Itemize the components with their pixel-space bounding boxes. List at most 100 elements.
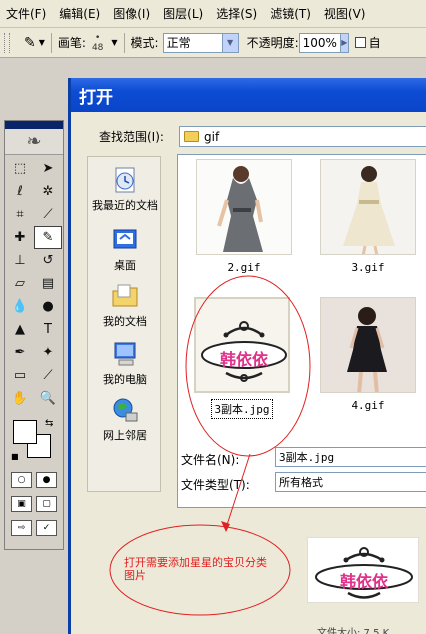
brush-tool-icon[interactable]: ✎ xyxy=(24,35,36,51)
dialog-titlebar[interactable]: 打开 xyxy=(71,78,426,112)
magic-wand-tool-icon[interactable]: ✲ xyxy=(34,180,62,203)
separator xyxy=(123,32,125,53)
file-thumbnail xyxy=(320,297,416,393)
lookin-label: 查找范围(I): xyxy=(99,130,164,144)
file-thumbnail: 韩依依 xyxy=(194,297,290,393)
swap-colors-icon[interactable]: ⇆ xyxy=(45,418,53,429)
jump-to-imageready-icon[interactable]: ⇨ xyxy=(11,520,32,536)
brush-size: 48 xyxy=(91,42,104,53)
dodge-tool-icon[interactable]: ● xyxy=(34,295,62,318)
file-item[interactable]: 2.gif xyxy=(196,159,292,274)
feather-logo-icon[interactable]: ❧ xyxy=(5,129,63,155)
screen-mode-standard-icon[interactable]: ▣ xyxy=(11,496,32,512)
default-colors-icon[interactable]: ■ xyxy=(11,452,19,461)
open-dialog: 打开 查找范围(I): gif 我最近的文档 桌面 我的文档 我的电脑 网上邻居… xyxy=(68,78,426,634)
my-computer-icon xyxy=(110,339,140,369)
filetype-select[interactable]: 所有格式 xyxy=(275,472,426,492)
annotation-text: 打开需要添加星星的宝贝分类图片 xyxy=(124,556,267,582)
brush-tool-icon[interactable]: ✎ xyxy=(34,226,62,249)
place-label: 桌面 xyxy=(114,259,136,272)
menu-image[interactable]: 图像(I) xyxy=(107,5,157,22)
places-bar: 我最近的文档 桌面 我的文档 我的电脑 网上邻居 xyxy=(87,156,161,492)
file-item[interactable]: 4.gif xyxy=(320,297,416,412)
move-tool-icon[interactable]: ➤ xyxy=(34,157,62,180)
crop-tool-icon[interactable]: ⌗ xyxy=(6,203,34,226)
brush-label: 画笔: xyxy=(57,36,86,50)
toolbox-titlebar[interactable] xyxy=(5,121,63,129)
menu-bar: 文件(F) 编辑(E) 图像(I) 图层(L) 选择(S) 滤镜(T) 视图(V… xyxy=(0,0,426,28)
place-my-computer[interactable]: 我的电脑 xyxy=(88,339,162,387)
foreground-color-swatch[interactable] xyxy=(13,420,37,444)
menu-view[interactable]: 视图(V) xyxy=(318,5,373,22)
mode-label: 模式: xyxy=(130,36,159,50)
place-label: 我的文档 xyxy=(103,315,147,328)
place-recent[interactable]: 我最近的文档 xyxy=(88,165,162,213)
lasso-tool-icon[interactable]: ℓ xyxy=(6,180,34,203)
place-my-documents[interactable]: 我的文档 xyxy=(88,281,162,329)
filename-value: 3副本.jpg xyxy=(279,451,335,464)
pen-tool-icon[interactable]: ✒ xyxy=(6,341,34,364)
filename-label: 文件名(N): xyxy=(181,453,240,467)
menu-select[interactable]: 选择(S) xyxy=(210,5,264,22)
recent-documents-icon xyxy=(110,165,140,195)
menu-edit[interactable]: 编辑(E) xyxy=(53,5,107,22)
hand-tool-icon[interactable]: ✋ xyxy=(6,387,34,410)
opacity-value: 100% xyxy=(302,35,337,50)
auto-label: 自 xyxy=(368,36,381,50)
slice-tool-icon[interactable]: ⟋ xyxy=(34,203,62,226)
filetype-value: 所有格式 xyxy=(279,476,323,489)
file-size-text: 文件大小: 7.5 K xyxy=(317,628,390,634)
menu-filter[interactable]: 滤镜(T) xyxy=(264,5,318,22)
options-bar: ✎ ▼ 画笔: • 48 ▼ 模式: 正常 ▼ 不透明度: 100% ▶ 自 xyxy=(0,28,426,58)
type-tool-icon[interactable]: T xyxy=(34,318,62,341)
lookin-select[interactable]: gif xyxy=(179,126,426,147)
file-name: 3副本.jpg xyxy=(211,399,273,419)
file-name: 2.gif xyxy=(227,261,261,274)
file-thumbnail xyxy=(320,159,416,255)
separator xyxy=(50,32,52,53)
brush-picker-arrow-icon[interactable]: ▼ xyxy=(111,38,117,47)
screen-mode-full-icon[interactable]: ▢ xyxy=(36,496,57,512)
screen-mode-buttons: ▣ ▢ xyxy=(5,492,63,516)
menu-file[interactable]: 文件(F) xyxy=(0,5,53,22)
file-name: 4.gif xyxy=(351,399,385,412)
brush-dot-icon: • xyxy=(95,32,101,43)
image-preview: 韩依依 xyxy=(307,537,419,603)
chevron-right-icon: ▶ xyxy=(339,33,348,52)
mode-value: 正常 xyxy=(166,36,191,50)
brush-preset-picker[interactable]: • 48 xyxy=(92,33,103,53)
marquee-tool-icon[interactable]: ⬚ xyxy=(6,157,34,180)
notes-tool-icon[interactable]: ▭ xyxy=(6,364,34,387)
place-network[interactable]: 网上邻居 xyxy=(88,395,162,443)
toolbox: ❧ ⬚ ➤ ℓ ✲ ⌗ ⟋ ✚ ✎ ⊥ ↺ ▱ ▤ 💧 ● ▲ T ✒ ✦ ▭ … xyxy=(4,120,64,550)
place-desktop[interactable]: 桌面 xyxy=(88,225,162,273)
logo-text: 韩依依 xyxy=(219,350,268,369)
eraser-tool-icon[interactable]: ▱ xyxy=(6,272,34,295)
filename-input[interactable]: 3副本.jpg xyxy=(275,447,426,467)
mode-select[interactable]: 正常 ▼ xyxy=(162,32,239,53)
shape-tool-icon[interactable]: ✦ xyxy=(34,341,62,364)
network-places-icon xyxy=(110,395,140,425)
history-brush-tool-icon[interactable]: ↺ xyxy=(34,249,62,272)
file-name: 3.gif xyxy=(351,261,385,274)
blur-tool-icon[interactable]: 💧 xyxy=(6,295,34,318)
menu-layer[interactable]: 图层(L) xyxy=(157,5,210,22)
edit-check-icon[interactable]: ✓ xyxy=(36,520,57,536)
path-select-tool-icon[interactable]: ▲ xyxy=(6,318,34,341)
options-grip xyxy=(4,32,10,53)
healing-brush-tool-icon[interactable]: ✚ xyxy=(6,226,34,249)
preview-logo-text: 韩依依 xyxy=(339,572,388,591)
airbrush-checkbox[interactable] xyxy=(354,37,366,48)
tool-grid: ⬚ ➤ ℓ ✲ ⌗ ⟋ ✚ ✎ ⊥ ↺ ▱ ▤ 💧 ● ▲ T ✒ ✦ ▭ ⟋ … xyxy=(5,155,63,412)
zoom-tool-icon[interactable]: 🔍 xyxy=(34,387,62,410)
clone-stamp-tool-icon[interactable]: ⊥ xyxy=(6,249,34,272)
file-item-selected[interactable]: 韩依依 3副本.jpg xyxy=(194,297,290,419)
file-item[interactable]: 3.gif xyxy=(320,159,416,274)
opacity-field[interactable]: 100% ▶ xyxy=(298,32,349,53)
gradient-tool-icon[interactable]: ▤ xyxy=(34,272,62,295)
eyedropper-tool-icon[interactable]: ⟋ xyxy=(34,364,62,387)
quickmask-mode-icon[interactable]: ● xyxy=(36,472,57,488)
standard-mode-icon[interactable]: ○ xyxy=(11,472,32,488)
tool-preset-arrow-icon[interactable]: ▼ xyxy=(39,38,45,47)
file-thumbnail xyxy=(196,159,292,255)
